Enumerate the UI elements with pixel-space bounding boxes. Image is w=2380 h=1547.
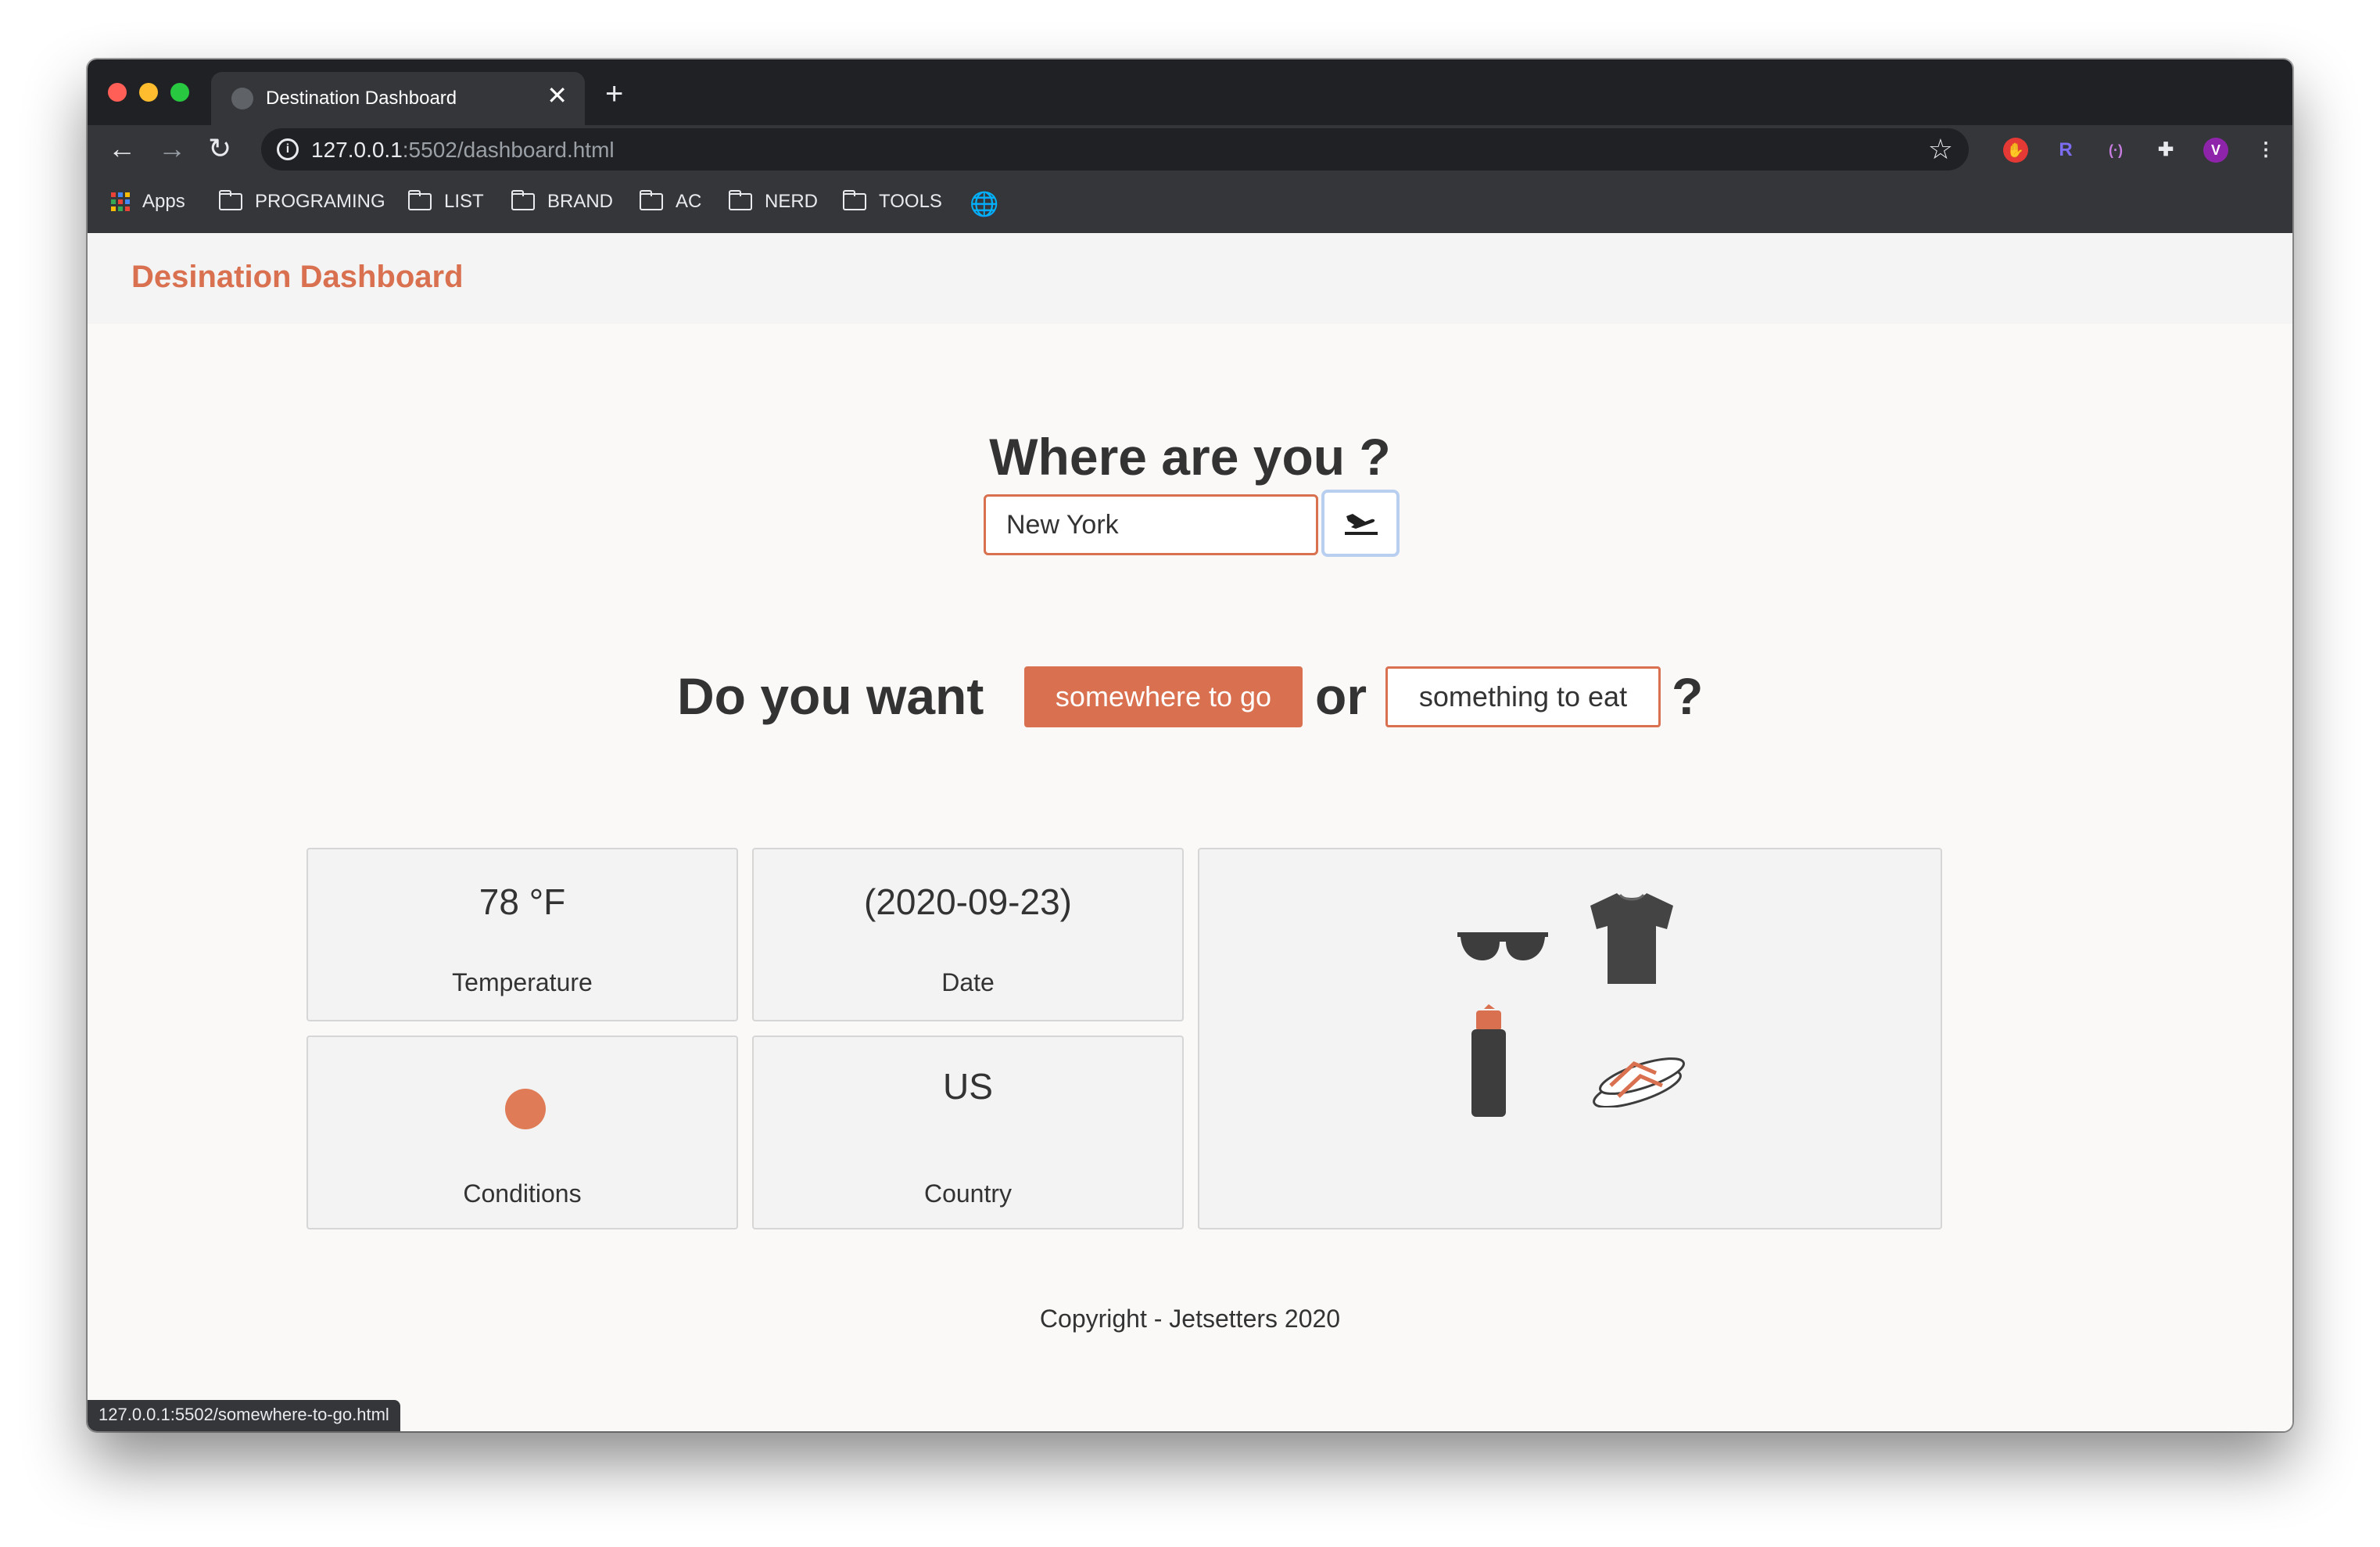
brand-title[interactable]: Desination Dashboard [131,260,464,295]
back-arrow-icon[interactable]: ← [108,131,136,166]
tab-title: Destination Dashboard [266,88,457,109]
temperature-label: Temperature [452,968,593,996]
bookmark-apps[interactable]: Apps [111,191,185,213]
date-value: (2020-09-23) [864,881,1072,922]
browser-toolbar: ← → ↻ i 127.0.0.1:5502/dashboard.html ☆ … [88,125,2292,174]
bookmarks-bar: Apps PROGRAMING LIST BRAND AC NERD TOOLS… [88,174,2292,233]
city-input[interactable] [984,494,1318,555]
adblock-extension-icon[interactable]: ✋ [2003,138,2028,163]
conditions-card: Conditions [306,1036,738,1229]
somewhere-to-go-button[interactable]: somewhere to go [1024,666,1303,727]
profile-avatar[interactable]: V [2203,138,2228,163]
menu-kebab-icon[interactable]: ⋮ [2253,138,2278,163]
where-heading: Where are you ? [989,428,1391,486]
folder-icon [219,190,242,210]
bookmark-tools[interactable]: TOOLS [843,190,942,213]
country-value: US [943,1066,993,1107]
footer-copyright: Copyright - Jetsetters 2020 [1039,1305,1341,1333]
minimize-window-button[interactable] [139,83,158,102]
url-text: 127.0.0.1:5502/dashboard.html [311,138,615,162]
airplane-landing-icon [1345,514,1378,535]
want-suffix: ? [1672,667,1704,725]
flip-flops-icon [1593,1057,1685,1107]
bookmark-list[interactable]: LIST [408,190,484,213]
forward-arrow-icon[interactable]: → [158,131,186,166]
folder-icon [511,190,535,210]
info-icon[interactable]: i [277,138,299,160]
country-label: Country [923,1179,1013,1208]
folder-icon [408,190,432,210]
tshirt-icon [1590,893,1673,984]
or-word: or [1315,667,1367,725]
date-card: (2020-09-23) Date [752,848,1184,1021]
water-bottle-icon [1471,1004,1506,1117]
temperature-card: 78 °F Temperature [306,848,738,1021]
broadcast-extension-icon[interactable]: (·) [2103,138,2128,163]
page-content: Desination Dashboard Where are you ? Do … [88,233,2292,1431]
bookmark-star-icon[interactable]: ☆ [1928,133,1953,166]
puzzle-extensions-icon[interactable]: ✚ [2153,138,2178,163]
close-tab-icon[interactable]: ✕ [547,83,568,108]
folder-icon [843,190,866,210]
date-label: Date [941,968,995,996]
folder-icon [640,190,663,210]
status-bar-url: 127.0.0.1:5502/somewhere-to-go.html [88,1400,400,1431]
apps-grid-icon [111,192,130,211]
new-tab-button[interactable]: + [605,78,623,109]
r-extension-icon[interactable]: R [2053,138,2078,163]
bookmark-nerd[interactable]: NERD [729,190,818,213]
bookmark-programing[interactable]: PROGRAMING [219,190,385,213]
sunglasses-icon [1457,932,1548,960]
something-to-eat-button[interactable]: something to eat [1385,666,1661,727]
packing-card [1198,848,1942,1229]
browser-window: Destination Dashboard ✕ + ← → ↻ i 127.0.… [88,59,2292,1431]
country-card: US Country [752,1036,1184,1229]
conditions-label: Conditions [463,1179,582,1208]
want-prefix: Do you want [677,667,984,725]
zoom-window-button[interactable] [170,83,189,102]
title-bar: Destination Dashboard ✕ + [88,59,2292,125]
globe-icon [231,88,253,109]
bookmark-ac[interactable]: AC [640,190,701,213]
folder-icon [729,190,752,210]
bookmark-brand[interactable]: BRAND [511,190,613,213]
navbar: Desination Dashboard [88,233,2292,324]
search-destination-button[interactable] [1321,490,1400,557]
sun-icon [505,1089,546,1129]
reload-icon[interactable]: ↻ [208,131,231,166]
browser-tab[interactable]: Destination Dashboard ✕ [211,72,585,125]
close-window-button[interactable] [108,83,127,102]
bookmark-globe-icon[interactable]: 🌐 [970,191,998,218]
address-bar[interactable]: i 127.0.0.1:5502/dashboard.html ☆ [261,128,1969,170]
temperature-value: 78 °F [479,881,566,922]
